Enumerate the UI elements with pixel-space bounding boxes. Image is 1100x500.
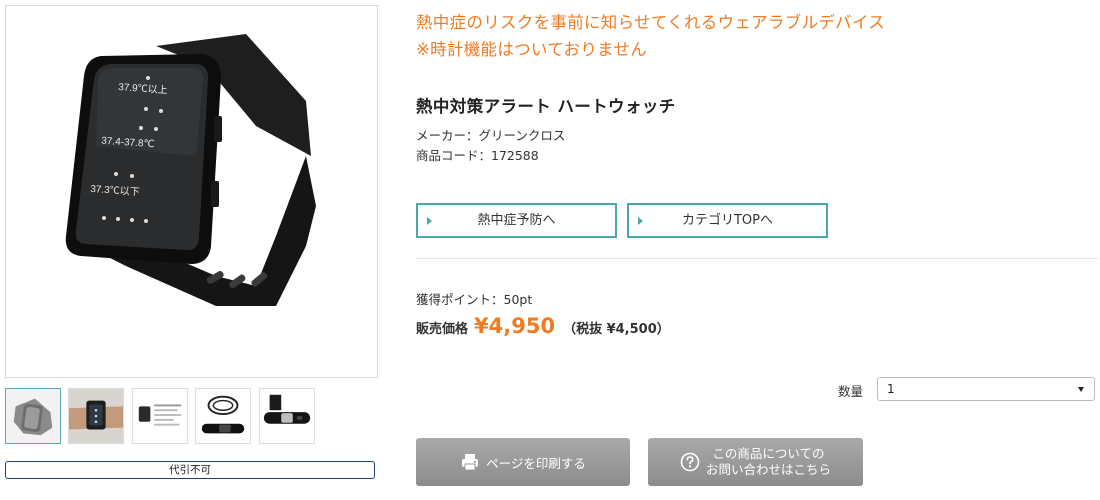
- price-tax-excluded: （税抜 ¥4,500）: [563, 322, 670, 337]
- price-label: 販売価格: [416, 322, 469, 337]
- thumbnail-2[interactable]: [68, 388, 124, 444]
- thumbnail-4[interactable]: [195, 388, 251, 444]
- printer-icon: [462, 454, 479, 471]
- thumbnail-1[interactable]: [5, 388, 61, 444]
- arrow-right-icon: [427, 217, 432, 225]
- section-divider: [416, 258, 1098, 259]
- inquiry-label-line1: この商品についての: [712, 446, 825, 461]
- band-detail-thumbnail-icon: [260, 389, 314, 443]
- category-top-link-button[interactable]: カテゴリTOPへ: [627, 203, 828, 238]
- thumbnail-3[interactable]: [132, 388, 188, 444]
- quantity-selected-value: 1: [887, 382, 895, 396]
- product-inquiry-button[interactable]: この商品についての お問い合わせはこちら: [648, 438, 863, 486]
- thumbnail-strip: [5, 388, 378, 444]
- print-page-label: ページを印刷する: [486, 455, 586, 471]
- product-meta: メーカー：グリーンクロス 商品コード：172588: [416, 126, 565, 166]
- print-page-button[interactable]: ページを印刷する: [416, 438, 630, 486]
- heatstroke-prevention-link-button[interactable]: 熱中症予防へ: [416, 203, 617, 238]
- quantity-select[interactable]: 1: [877, 377, 1095, 401]
- maker-text: メーカー：グリーンクロス: [416, 128, 566, 143]
- cod-unavailable-badge: 代引不可: [5, 461, 375, 479]
- charger-cable-thumbnail-icon: [196, 389, 250, 443]
- catch-copy-line2: ※時計機能はついておりません: [416, 40, 648, 59]
- package-contents-thumbnail-icon: [133, 389, 187, 443]
- quantity-label: 数量: [838, 384, 864, 399]
- product-main-image[interactable]: 37.9℃以上 37.4-37.8℃ 37.3℃以下: [5, 5, 378, 378]
- arrow-right-icon: [638, 217, 643, 225]
- question-icon: [680, 452, 700, 472]
- thumbnail-5[interactable]: [259, 388, 315, 444]
- chevron-down-icon: [1078, 387, 1084, 392]
- wrist-wearing-thumbnail-icon: [69, 389, 123, 443]
- inquiry-label-line2: お問い合わせはこちら: [705, 462, 831, 477]
- catch-copy: 熱中症のリスクを事前に知らせてくれるウェアラブルデバイス ※時計機能はついており…: [416, 9, 1086, 63]
- product-code-text: 商品コード：172588: [416, 148, 539, 163]
- price-value: ¥4,950: [474, 314, 556, 338]
- smartwatch-photo: 37.9℃以上 37.4-37.8℃ 37.3℃以下: [65, 34, 316, 306]
- price-row: 販売価格 ¥4,950 （税抜 ¥4,500）: [416, 314, 670, 346]
- points-text: 獲得ポイント：50pt: [416, 292, 533, 307]
- category-top-label: カテゴリTOPへ: [681, 213, 773, 228]
- smartwatch-thumbnail-icon: [6, 389, 60, 443]
- heatstroke-prevention-label: 熱中症予防へ: [477, 213, 556, 228]
- product-title: 熱中対策アラート ハートウォッチ: [416, 97, 676, 116]
- catch-copy-line1: 熱中症のリスクを事前に知らせてくれるウェアラブルデバイス: [416, 13, 886, 32]
